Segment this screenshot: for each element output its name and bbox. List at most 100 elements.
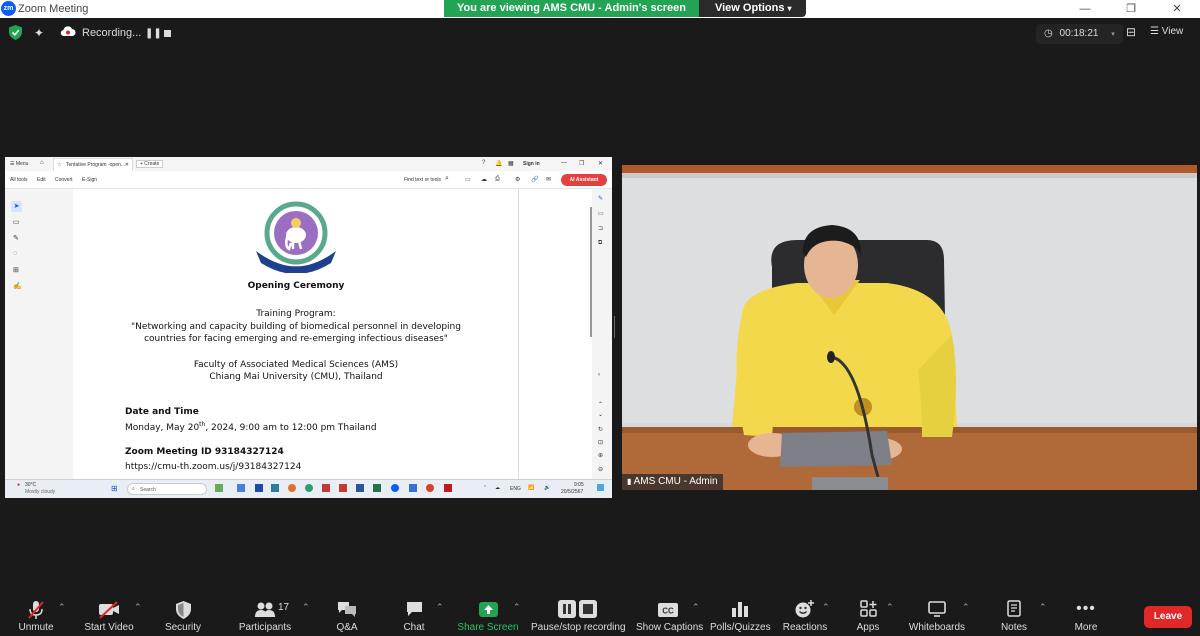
zoom-in-icon[interactable]: ⊕ [598,452,603,459]
notes-options-caret[interactable]: ⌃ [1039,602,1047,613]
find-text-field[interactable]: Find text or tools [404,177,441,183]
shared-screen[interactable]: ☰ Menu ⌂ ☆ Tentative Program -open... ✕ … [5,157,612,498]
sparkle-icon[interactable]: ✦ [34,26,44,40]
meeting-timer[interactable]: ◷ 00:18:21 ▾ [1036,24,1123,44]
doc-zoom-link[interactable]: https://cmu-th.zoom.us/j/93184327124 [125,462,301,472]
bookmark-icon[interactable]: ⊐ [598,225,603,232]
participants-button[interactable]: 17 Participants [236,596,294,636]
start-video-button[interactable]: Start Video [82,596,136,636]
pages-icon[interactable]: ⧉ [598,240,602,247]
cloud-icon[interactable]: ☁ [481,176,487,183]
link-icon[interactable]: 🔗 [531,176,538,183]
stop-recording-icon[interactable] [164,30,171,37]
leave-button[interactable]: Leave [1144,606,1192,628]
language-indicator[interactable]: ENG [510,486,521,492]
rotate-icon[interactable]: ↻ [598,426,603,433]
chevron-up-icon[interactable]: ⌃ [483,485,487,491]
view-options-button[interactable]: View Options ▾ [698,0,806,17]
polls-button[interactable]: Polls/Quizzes [710,596,771,636]
tool-convert[interactable]: Convert [55,177,73,183]
fit-page-icon[interactable]: ⊡ [598,439,603,446]
show-captions-button[interactable]: CC Show Captions [636,596,703,636]
view-button[interactable]: ☰ View [1150,26,1183,37]
chat-button[interactable]: Chat [396,596,432,636]
whiteboards-options-caret[interactable]: ⌃ [962,602,970,613]
stamp-tool-icon[interactable]: ✍ [13,282,22,290]
print-icon[interactable]: ⎙ [495,176,500,183]
minimize-button[interactable]: — [1062,0,1108,18]
task-view-icon[interactable] [215,484,223,492]
zoom-app-icon[interactable] [391,484,399,492]
shield-check-icon[interactable] [9,25,22,43]
share-options-caret[interactable]: ⌃ [513,602,521,613]
notifications-icon[interactable]: 🔔 [495,160,502,167]
participant-video[interactable]: ▮ AMS CMU - Admin [622,165,1197,490]
close-tab-icon[interactable]: ✕ [125,162,129,168]
select-tool-icon[interactable]: ➤ [11,201,22,212]
wifi-icon[interactable]: 📶 [528,485,534,491]
notification-center-icon[interactable] [597,484,604,491]
notes-button[interactable]: Notes [996,596,1032,636]
app-icon-3[interactable] [271,484,279,492]
reactions-options-caret[interactable]: ⌃ [822,602,830,613]
edit-pdf-icon[interactable]: ✎ [598,195,603,202]
scroll-down-icon[interactable]: ⌄ [598,411,603,418]
unmute-button[interactable]: Unmute [15,596,57,636]
tool-edit[interactable]: Edit [37,177,46,183]
menu-button[interactable]: ☰ Menu [10,161,28,167]
zoom-out-icon[interactable]: ⊖ [598,466,603,473]
tool-all[interactable]: All tools [10,177,28,183]
chat-options-caret[interactable]: ⌃ [436,602,444,613]
captions-options-caret[interactable]: ⌃ [692,602,700,613]
onedrive-icon[interactable]: ☁ [495,485,500,491]
video-options-caret[interactable]: ⌃ [134,602,142,613]
comment-tool-icon[interactable]: ▭ [13,218,20,226]
layout-icon[interactable]: ⊟ [1126,25,1136,39]
maximize-icon[interactable]: ❐ [579,160,584,167]
taskbar-time[interactable]: 9:05 [574,482,584,488]
sign-in-button[interactable]: Sign in [523,161,540,167]
apps-button[interactable]: Apps [852,596,884,636]
whiteboards-button[interactable]: Whiteboards [906,596,968,636]
security-button[interactable]: Security [162,596,204,636]
app-icon-2[interactable] [255,484,263,492]
settings-icon[interactable]: ⚙ [515,176,520,183]
pause-stop-recording-button[interactable]: Pause/stop recording [531,596,626,636]
split-drag-handle[interactable] [614,316,618,338]
app-icon-9[interactable] [373,484,381,492]
participants-options-caret[interactable]: ⌃ [302,602,310,613]
app-icon-4[interactable] [288,484,296,492]
app-icon-10[interactable] [409,484,417,492]
windows-start-icon[interactable]: ⊞ [111,484,118,493]
ai-assistant-button[interactable]: AI Assistant [561,174,607,186]
pause-recording-icon[interactable]: ❚❚ [145,28,162,39]
qa-button[interactable]: Q&A [328,596,366,636]
comment-icon[interactable]: ▭ [598,210,604,217]
scroll-up-icon[interactable]: ⌃ [598,401,603,408]
app-icon-7[interactable] [339,484,347,492]
search-icon[interactable]: ⌕ [445,175,449,183]
help-icon[interactable]: ? [482,160,485,166]
more-button[interactable]: ••• More [1068,596,1104,636]
close-button[interactable]: ✕ [1154,0,1200,18]
tool-esign[interactable]: E-Sign [82,177,97,183]
app-icon-8[interactable] [356,484,364,492]
app-icon-6[interactable] [322,484,330,492]
apps-options-caret[interactable]: ⌃ [886,602,894,613]
page-up-icon[interactable]: ‹ [598,372,600,378]
home-icon[interactable]: ⌂ [40,160,44,166]
acrobat-icon[interactable] [444,484,452,492]
share-screen-button[interactable]: Share Screen [456,596,520,636]
maximize-button[interactable]: ❐ [1108,0,1154,18]
apps-grid-icon[interactable]: ▦ [508,160,514,167]
minimize-icon[interactable]: — [561,160,567,166]
close-icon[interactable]: ✕ [598,160,603,167]
audio-options-caret[interactable]: ⌃ [58,602,66,613]
lasso-tool-icon[interactable]: ◌ [13,250,17,257]
app-icon-1[interactable] [237,484,245,492]
document-tab[interactable]: ☆ Tentative Program -open... ✕ [53,158,133,171]
taskbar-date[interactable]: 20/5/2567 [561,489,583,495]
app-icon-5[interactable] [305,484,313,492]
text-tool-icon[interactable]: ⊞ [13,266,19,274]
mail-icon[interactable]: ✉ [546,176,551,183]
